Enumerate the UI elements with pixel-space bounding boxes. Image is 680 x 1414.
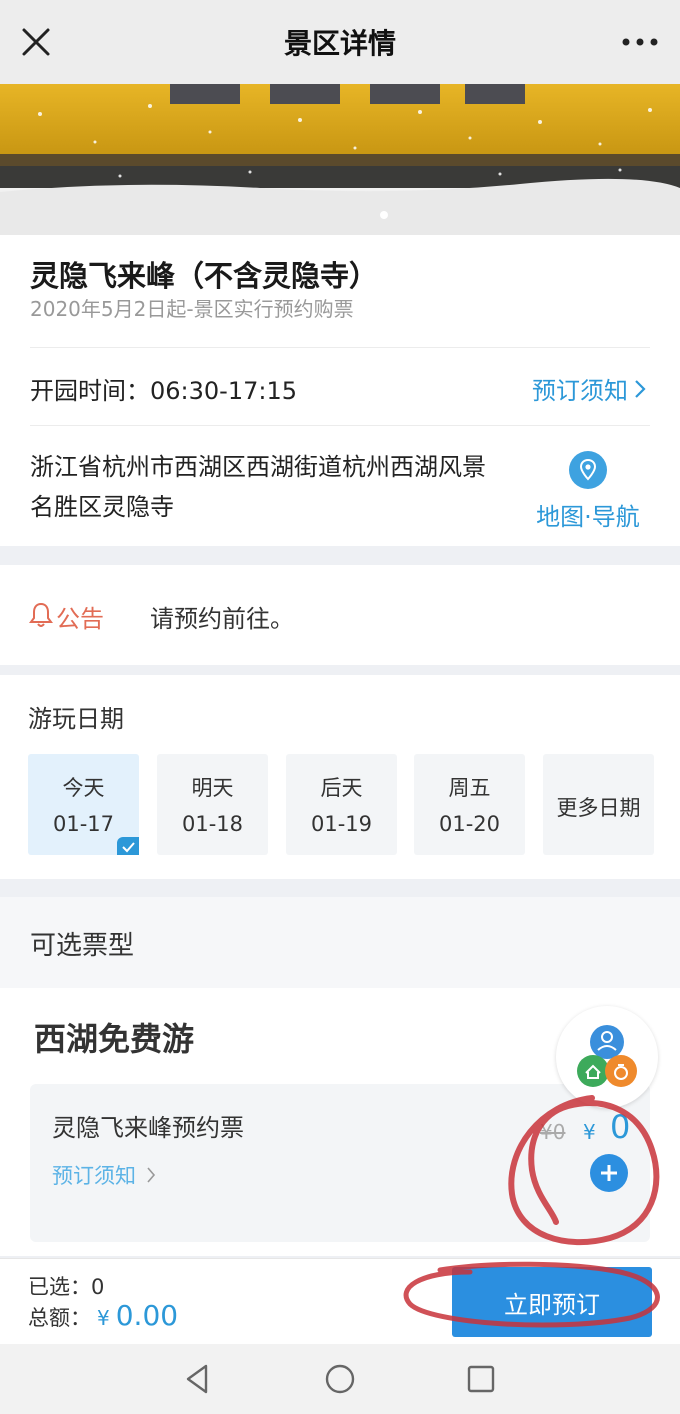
service-icons <box>577 1025 637 1087</box>
original-price: ¥0 <box>540 1120 566 1144</box>
more-dates-label: 更多日期 <box>556 796 641 820</box>
spot-name: 灵隐飞来峰（不含灵隐寺） <box>30 259 379 293</box>
book-now-button[interactable]: 立即预订 <box>452 1267 652 1337</box>
system-nav-bar <box>0 1344 680 1414</box>
visit-date-section: 游玩日期 今天 01-17 明天 01-18 后天 01-19 周五 01-20… <box>0 675 680 879</box>
floating-service-button[interactable] <box>556 1006 658 1108</box>
date-chip-tomorrow[interactable]: 明天 01-18 <box>157 754 268 855</box>
date-chip-date: 01-18 <box>181 812 244 836</box>
more-icon[interactable] <box>620 28 660 56</box>
chevron-right-icon <box>635 379 646 398</box>
date-chip-day: 今天 <box>62 776 105 800</box>
spot-subtitle: 2020年5月2日起-景区实行预约购票 <box>30 297 354 321</box>
booking-notice-label: 预订须知 <box>532 377 628 405</box>
back-icon[interactable] <box>182 1362 216 1396</box>
close-icon[interactable] <box>18 24 54 60</box>
map-navigation-button[interactable]: 地图·导航 <box>528 451 648 532</box>
opening-hours: 开园时间：06:30-17:15 <box>30 377 297 405</box>
announcement-bar: 公告 请预约前往。 <box>0 565 680 665</box>
booking-notice-link[interactable]: 预订须知 <box>532 371 646 406</box>
carousel-dot <box>380 211 388 219</box>
ticket-notice-label: 预订须知 <box>52 1164 136 1188</box>
location-pin-icon <box>569 451 607 489</box>
chevron-right-icon <box>147 1167 156 1183</box>
date-chip-day: 明天 <box>191 776 234 800</box>
ticket-types-heading: 可选票型 <box>30 931 135 961</box>
recent-apps-icon[interactable] <box>464 1362 498 1396</box>
ticket-notice-link[interactable]: 预订须知 <box>52 1160 156 1190</box>
map-navigation-label: 地图·导航 <box>536 503 640 531</box>
divider <box>30 347 650 348</box>
more-dates-button[interactable]: 更多日期 <box>543 754 654 855</box>
total-label: 总额： <box>28 1306 91 1330</box>
selected-check-icon <box>117 837 139 855</box>
date-chip-date: 01-19 <box>310 812 373 836</box>
top-bar: 景区详情 <box>0 0 680 84</box>
date-chip-date: 01-17 <box>52 812 115 836</box>
price-currency: ¥ <box>583 1120 596 1144</box>
ticket-group-title: 西湖免费游 <box>34 1020 195 1058</box>
date-chip-day-after[interactable]: 后天 01-19 <box>286 754 397 855</box>
date-chip-day: 后天 <box>320 776 363 800</box>
visit-date-heading: 游玩日期 <box>28 705 124 733</box>
home-icon[interactable] <box>323 1362 357 1396</box>
total-currency: ¥ <box>97 1306 110 1330</box>
page-title: 景区详情 <box>283 27 396 60</box>
date-chip-day: 周五 <box>448 776 491 800</box>
plus-icon <box>601 1165 617 1181</box>
date-chip-friday[interactable]: 周五 01-20 <box>414 754 525 855</box>
announcement-text: 请预约前往。 <box>150 605 294 633</box>
date-chip-date: 01-20 <box>438 812 501 836</box>
booking-bar: 已选：0 总额： ¥ 0.00 立即预订 <box>0 1258 680 1344</box>
selected-count: 已选：0 <box>28 1275 105 1299</box>
ticket-price: 0 <box>610 1108 631 1146</box>
spot-info-card: 灵隐飞来峰（不含灵隐寺） 2020年5月2日起-景区实行预约购票 开园时间：06… <box>0 235 680 546</box>
address: 浙江省杭州市西湖区西湖街道杭州西湖风景名胜区灵隐寺 <box>30 453 486 521</box>
hero-image[interactable] <box>0 84 680 235</box>
ticket-name: 灵隐飞来峰预约票 <box>52 1114 244 1142</box>
divider <box>30 425 650 426</box>
bell-icon <box>29 602 53 627</box>
announcement-tag: 公告 <box>56 605 104 633</box>
add-ticket-button[interactable] <box>590 1154 628 1192</box>
total-amount: 总额： ¥ 0.00 <box>28 1299 178 1332</box>
date-chip-today[interactable]: 今天 01-17 <box>28 754 139 855</box>
ticket-types-header: 可选票型 <box>0 897 680 988</box>
total-value: 0.00 <box>115 1299 179 1332</box>
